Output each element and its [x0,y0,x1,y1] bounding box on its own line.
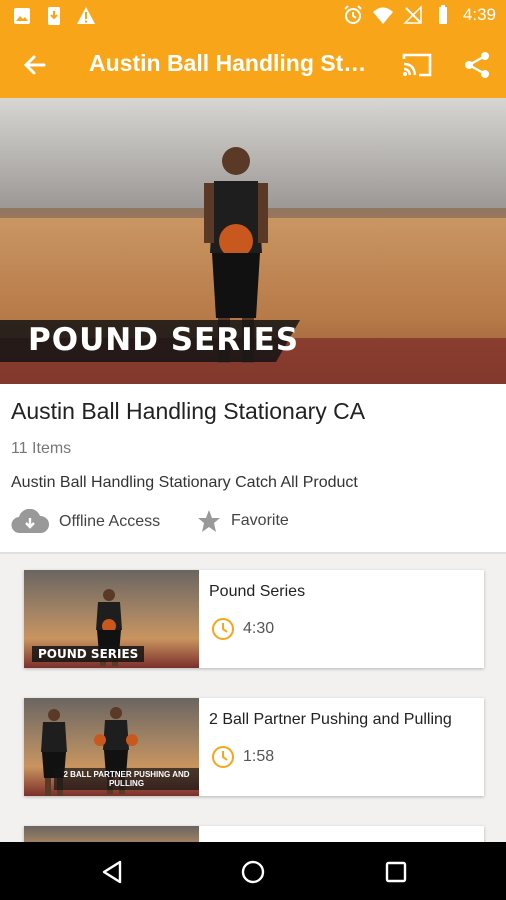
favorite-label: Favorite [231,512,289,529]
nav-home-icon[interactable] [239,858,267,886]
warning-icon [77,7,95,24]
arrow-back-icon[interactable] [20,50,50,80]
battery-icon [438,5,447,24]
nav-recents-icon[interactable] [382,858,410,886]
collection-info: Austin Ball Handling Stationary CA 11 It… [0,384,506,552]
collection-title: Austin Ball Handling Stationary CA [11,398,366,424]
download-icon [48,7,60,25]
alarm-icon [344,5,362,24]
clock-icon [212,746,234,768]
app-bar: Austin Ball Handling Sta… [0,32,506,98]
video-title: 2 Ball Partner Pushing and Pulling [209,711,452,728]
no-signal-icon [403,5,422,24]
clock-icon [212,618,234,640]
video-card[interactable]: POUND SERIES Pound Series 4:30 [24,570,484,668]
video-title: Pound Series [209,583,306,600]
video-duration: 4:30 [211,617,274,641]
offline-access-button[interactable]: Offline Access [11,509,160,535]
item-count: 11 Items [11,440,72,457]
thumbnail-caption: 2 BALL PARTNER PUSHING AND PULLING [54,768,199,790]
cloud-download-icon [11,509,49,534]
offline-access-label: Offline Access [59,513,161,530]
status-time: 4:39 [462,5,496,24]
share-icon[interactable] [463,50,491,80]
collection-description: Austin Ball Handling Stationary Catch Al… [11,474,358,491]
hero-video-thumbnail[interactable]: POUND SERIES [0,98,506,384]
duration-label: 4:30 [243,620,275,637]
video-duration: 1:58 [211,745,274,769]
page-title: Austin Ball Handling Sta… [89,50,379,76]
duration-label: 1:58 [243,748,275,765]
cast-icon[interactable] [401,51,433,79]
divider [0,552,506,554]
video-thumbnail: POUND SERIES [24,570,199,668]
video-thumbnail: 2 BALL PARTNER PUSHING AND PULLING [24,698,199,796]
image-icon [14,8,30,24]
thumbnail-caption: POUND SERIES [32,646,145,662]
favorite-button[interactable]: Favorite [197,509,289,533]
hero-banner-text: POUND SERIES [28,322,300,358]
star-icon [198,510,220,532]
nav-back-icon[interactable] [98,858,126,886]
video-card[interactable]: 2 BALL PARTNER PUSHING AND PULLING 2 Bal… [24,698,484,796]
status-bar: 4:39 [0,0,506,32]
system-nav-bar [0,842,506,900]
wifi-icon [372,7,393,24]
